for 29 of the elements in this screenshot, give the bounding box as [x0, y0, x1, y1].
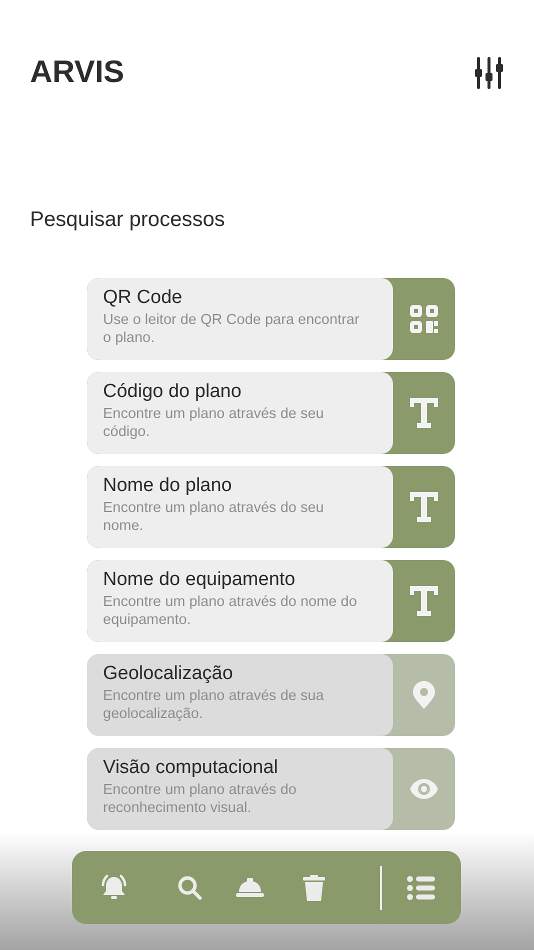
search-option-card[interactable]: QR Code Use o leitor de QR Code para encontrar o plano.	[87, 278, 455, 360]
search-option-card[interactable]: Código do plano Encontre um plano através de seu código.	[87, 372, 455, 454]
option-title: QR Code	[103, 286, 184, 310]
search-option-card[interactable]: Nome do equipamento Encontre um plano através do nome do equipamento.	[87, 560, 455, 642]
option-title: Código do plano	[103, 380, 242, 404]
eye-icon	[410, 778, 438, 798]
letter-t-icon	[410, 398, 438, 428]
option-title: Visão computacional	[103, 756, 279, 780]
trash-icon[interactable]	[303, 874, 325, 900]
option-title: Geolocalização	[103, 662, 234, 686]
option-description: Encontre um plano através de seu código.	[103, 404, 325, 440]
search-icon[interactable]	[177, 874, 203, 900]
letter-t-icon	[410, 492, 438, 522]
option-description: Encontre um plano através do reconhecimento visual.	[103, 780, 298, 816]
option-description: Encontre um plano através de sua geolocalização.	[103, 686, 325, 722]
option-description: Use o leitor de QR Code para encontrar o plano.	[103, 310, 360, 346]
app-title: ARVIS	[30, 53, 124, 91]
search-option-card[interactable]: Nome do plano Encontre um plano através do seu nome.	[87, 466, 455, 548]
option-description: Encontre um plano através do nome do equipamento.	[103, 592, 358, 628]
letter-t-icon	[410, 586, 438, 616]
section-title: Pesquisar processos	[30, 207, 226, 233]
list-icon[interactable]	[407, 876, 435, 900]
option-title: Nome do equipamento	[103, 568, 296, 592]
qr-code-icon	[410, 304, 438, 332]
option-title: Nome do plano	[103, 474, 233, 498]
option-description: Encontre um plano através do seu nome.	[103, 498, 325, 534]
helmet-icon[interactable]	[236, 876, 264, 898]
settings-icon[interactable]	[474, 57, 504, 89]
location-pin-icon	[413, 680, 435, 708]
